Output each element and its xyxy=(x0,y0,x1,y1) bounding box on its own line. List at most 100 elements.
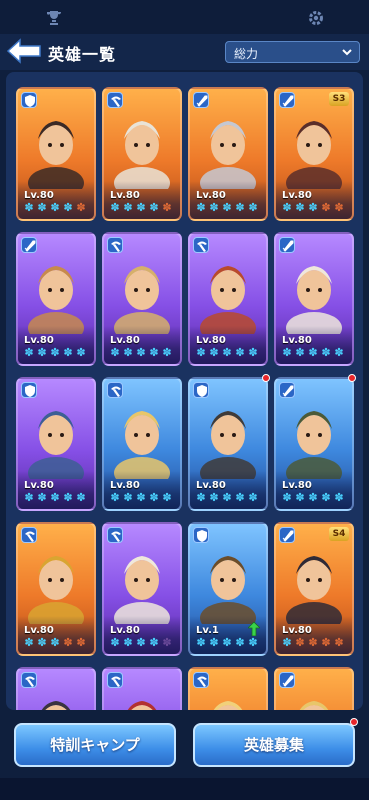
hero-card[interactable]: Lv.80 ✽ ✽ ✽ ✽ ✽ xyxy=(188,87,268,221)
star-rating: ✽ ✽ ✽ ✽ ✽ xyxy=(22,347,87,359)
star-rating: ✽ ✽ ✽ ✽ ✽ xyxy=(108,347,173,359)
hero-recruit-button[interactable]: 英雄募集 xyxy=(193,723,355,767)
hero-portrait xyxy=(299,701,329,710)
hero-card[interactable]: Lv.80 ✽ ✽ ✽ ✽ ✽ xyxy=(16,87,96,221)
pickaxe-role-icon xyxy=(193,672,209,688)
hero-card[interactable] xyxy=(16,667,96,710)
star-rating: ✽ ✽ ✽ ✽ ✽ xyxy=(194,492,259,504)
training-camp-button[interactable]: 特訓キャンプ xyxy=(14,723,176,767)
hero-card[interactable]: Lv.80 ✽ ✽ ✽ ✽ ✽ xyxy=(102,377,182,511)
star-filled-icon: ✽ xyxy=(24,491,33,504)
top-status-bar xyxy=(0,0,369,34)
hero-card[interactable]: Lv.80 ✽ ✽ ✽ ✽ ✽ xyxy=(188,377,268,511)
star-filled-icon: ✽ xyxy=(209,346,218,359)
hero-level: Lv.80 xyxy=(196,335,226,346)
hero-card[interactable]: Lv.80 ✽ ✽ ✽ ✽ ✽ xyxy=(274,377,354,511)
recruit-notification-dot xyxy=(350,718,358,726)
shield-role-icon xyxy=(21,92,37,108)
hero-card[interactable] xyxy=(274,667,354,710)
star-filled-icon: ✽ xyxy=(222,346,231,359)
star-filled-icon: ✽ xyxy=(235,491,244,504)
gear-icon[interactable] xyxy=(307,9,325,27)
hero-card[interactable]: Lv.80 ✽ ✽ ✽ ✽ ✽ xyxy=(16,232,96,366)
hero-card[interactable]: Lv.80 ✽ ✽ ✽ ✽ ✽ xyxy=(16,377,96,511)
hero-card[interactable]: S3 Lv.80 ✽ ✽ ✽ ✽ ✽ xyxy=(274,87,354,221)
hero-card[interactable]: Lv.80 ✽ ✽ ✽ ✽ ✽ xyxy=(16,522,96,656)
page-title: 英雄一覧 xyxy=(48,45,117,64)
hero-portrait xyxy=(41,701,71,710)
shield-role-icon xyxy=(21,382,37,398)
star-rating: ✽ ✽ ✽ ✽ ✽ xyxy=(108,492,173,504)
star-rating: ✽ ✽ ✽ ✽ ✽ xyxy=(194,347,259,359)
star-rating: ✽ ✽ ✽ ✽ ✽ xyxy=(194,202,259,214)
notification-dot xyxy=(348,374,356,382)
star-filled-icon: ✽ xyxy=(110,491,119,504)
star-filled-icon: ✽ xyxy=(24,636,33,649)
star-filled-icon: ✽ xyxy=(63,346,72,359)
hero-card[interactable]: Lv.80 ✽ ✽ ✽ ✽ ✽ xyxy=(274,232,354,366)
pickaxe-role-icon xyxy=(107,672,123,688)
hero-card[interactable] xyxy=(188,667,268,710)
hero-portrait xyxy=(200,556,256,624)
sword-role-icon xyxy=(193,92,209,108)
hero-portrait xyxy=(200,121,256,189)
hero-portrait xyxy=(114,121,170,189)
back-arrow-icon[interactable] xyxy=(6,38,42,64)
star-filled-icon: ✽ xyxy=(222,201,231,214)
star-filled-icon: ✽ xyxy=(37,201,46,214)
star-empty-icon: ✽ xyxy=(308,636,317,649)
star-filled-icon: ✽ xyxy=(196,491,205,504)
star-filled-icon: ✽ xyxy=(50,346,59,359)
hero-card[interactable]: Lv.80 ✽ ✽ ✽ ✽ ✽ xyxy=(102,87,182,221)
season-badge: S3 xyxy=(329,92,349,106)
star-filled-icon: ✽ xyxy=(110,636,119,649)
star-filled-icon: ✽ xyxy=(149,201,158,214)
star-empty-icon: ✽ xyxy=(162,201,171,214)
hero-level: Lv.80 xyxy=(196,190,226,201)
star-filled-icon: ✽ xyxy=(209,201,218,214)
star-rating: ✽ ✽ ✽ ✽ ✽ xyxy=(280,492,345,504)
pickaxe-role-icon xyxy=(107,237,123,253)
hero-level: Lv.80 xyxy=(110,190,140,201)
star-filled-icon: ✽ xyxy=(334,491,343,504)
star-filled-icon: ✽ xyxy=(248,636,257,649)
trophy-icon[interactable] xyxy=(45,9,63,27)
hero-card[interactable]: S4 Lv.80 ✽ ✽ ✽ ✽ ✽ xyxy=(274,522,354,656)
star-filled-icon: ✽ xyxy=(235,636,244,649)
star-rating: ✽ ✽ ✽ ✽ ✽ xyxy=(22,202,87,214)
hero-portrait xyxy=(114,266,170,334)
sword-role-icon xyxy=(279,672,295,688)
star-filled-icon: ✽ xyxy=(136,346,145,359)
hero-card[interactable] xyxy=(102,667,182,710)
pickaxe-role-icon xyxy=(193,237,209,253)
star-empty-icon: ✽ xyxy=(321,636,330,649)
star-filled-icon: ✽ xyxy=(136,201,145,214)
hero-portrait xyxy=(114,411,170,479)
star-rating: ✽ ✽ ✽ ✽ ✽ xyxy=(108,637,173,649)
hero-level: Lv.80 xyxy=(110,335,140,346)
hero-level: Lv.80 xyxy=(282,335,312,346)
hero-portrait xyxy=(213,701,243,710)
star-filled-icon: ✽ xyxy=(235,201,244,214)
star-filled-icon: ✽ xyxy=(334,346,343,359)
hero-card[interactable]: Lv.80 ✽ ✽ ✽ ✽ ✽ xyxy=(102,522,182,656)
star-filled-icon: ✽ xyxy=(110,346,119,359)
sword-role-icon xyxy=(21,237,37,253)
star-filled-icon: ✽ xyxy=(136,636,145,649)
chevron-down-icon xyxy=(342,49,352,56)
hero-card[interactable]: Lv.80 ✽ ✽ ✽ ✽ ✽ xyxy=(188,232,268,366)
hero-card[interactable]: Lv.80 ✽ ✽ ✽ ✽ ✽ xyxy=(102,232,182,366)
hero-card[interactable]: Lv.1 ✽ ✽ ✽ ✽ ✽ xyxy=(188,522,268,656)
sword-role-icon xyxy=(279,92,295,108)
pickaxe-role-icon xyxy=(21,527,37,543)
sort-dropdown[interactable]: 総力 xyxy=(225,41,360,63)
star-filled-icon: ✽ xyxy=(295,346,304,359)
star-filled-icon: ✽ xyxy=(196,346,205,359)
star-filled-icon: ✽ xyxy=(196,636,205,649)
sword-role-icon xyxy=(279,237,295,253)
star-rating: ✽ ✽ ✽ ✽ ✽ xyxy=(22,492,87,504)
star-rating: ✽ ✽ ✽ ✽ ✽ xyxy=(280,202,345,214)
star-filled-icon: ✽ xyxy=(37,636,46,649)
star-filled-icon: ✽ xyxy=(222,491,231,504)
star-filled-icon: ✽ xyxy=(123,636,132,649)
